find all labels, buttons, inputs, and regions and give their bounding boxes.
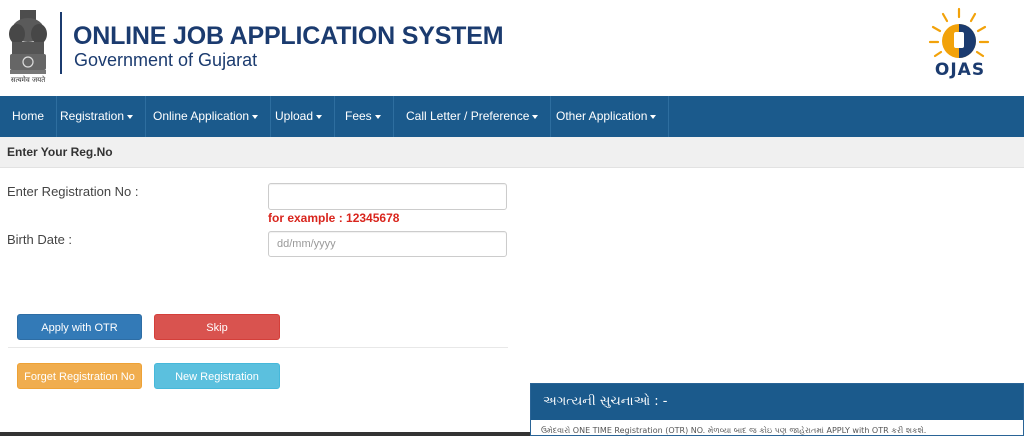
nav-other-application[interactable]: Other Application [544,96,670,137]
registration-no-label: Enter Registration No : [7,184,139,199]
nav-label: Registration [60,109,125,123]
forget-registration-button[interactable]: Forget Registration No [17,363,142,389]
page-subtitle: Government of Gujarat [74,50,258,70]
emblem-caption: सत्यमेव जयते [10,76,46,84]
ojas-logo-text: OJAS [934,60,986,80]
bottom-border [0,432,530,436]
notice-body: ઉમેદવારો ONE TIME Registration (OTR) NO.… [541,426,927,435]
apply-with-otr-button[interactable]: Apply with OTR [17,314,142,340]
divider [8,347,508,348]
skip-button[interactable]: Skip [154,314,280,340]
main-navbar: Home Registration Online Application Upl… [0,96,1024,137]
caret-down-icon [374,114,381,119]
nav-label: Home [12,109,45,123]
notice-header: અગત્યની સુચનાઓ : - [531,384,1023,420]
registration-example-hint: for example : 12345678 [268,211,400,225]
nav-upload[interactable]: Upload [263,96,336,137]
new-registration-button[interactable]: New Registration [154,363,280,389]
header-divider [60,12,62,74]
nav-registration[interactable]: Registration [48,96,147,137]
caret-down-icon [532,114,539,119]
nav-call-letter[interactable]: Call Letter / Preference [394,96,552,137]
registration-no-input[interactable] [268,183,507,210]
page-title: ONLINE JOB APPLICATION SYSTEM [73,22,504,50]
nav-online-application[interactable]: Online Application [141,96,272,137]
important-notice-panel: અગત્યની સુચનાઓ : - ઉમેદવારો ONE TIME Reg… [530,383,1024,436]
nav-fees[interactable]: Fees [333,96,394,137]
caret-down-icon [650,114,657,119]
caret-down-icon [252,114,259,119]
nav-label: Upload [275,109,314,123]
section-title: Enter Your Reg.No [7,145,113,159]
caret-down-icon [316,114,323,119]
nav-label: Online Application [153,109,250,123]
birth-date-input[interactable] [268,231,507,257]
birth-date-label: Birth Date : [7,232,73,247]
nav-label: Fees [345,109,372,123]
site-header: सत्यमेव जयते ONLINE JOB APPLICATION SYST… [0,0,1024,96]
section-header: Enter Your Reg.No [0,137,1024,168]
nav-label: Call Letter / Preference [406,109,530,123]
notice-title: અગત્યની સુચનાઓ : - [543,394,668,409]
nav-label: Other Application [556,109,648,123]
caret-down-icon [127,114,134,119]
